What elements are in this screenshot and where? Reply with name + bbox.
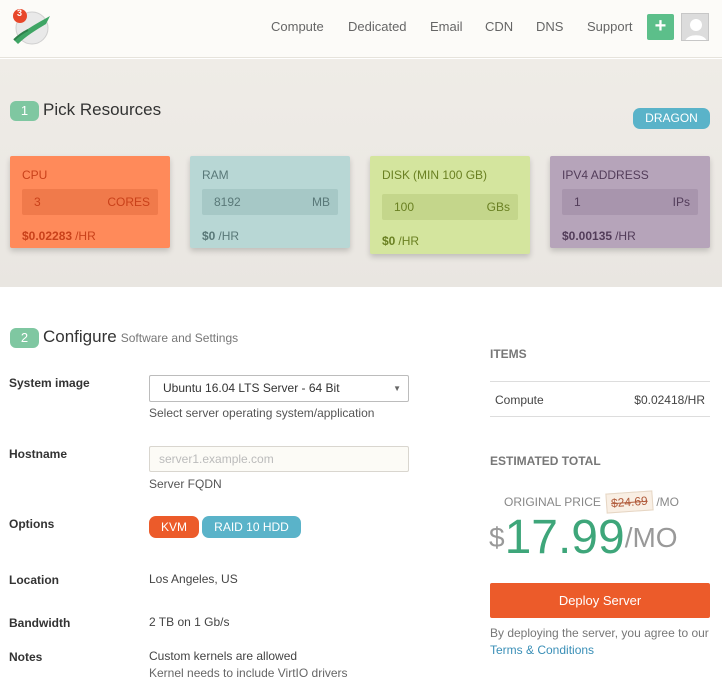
bandwidth-label: Bandwidth [9,616,71,630]
resource-value: 1 [574,195,581,209]
item-price: $0.02418/HR [634,393,705,407]
resource-card-ipv4-address: IPV4 ADDRESS 1 IPs $0.00135/HR [550,156,710,248]
resource-label: RAM [202,168,229,182]
resource-input[interactable]: 1 IPs [562,189,698,215]
top-navbar: 3 Compute Dedicated Email CDN DNS Suppor… [0,0,722,58]
resource-label-text: IPV4 ADDRESS [562,168,649,182]
nav-cdn[interactable]: CDN [485,19,513,34]
resource-value: 100 [394,200,415,214]
resource-value: 3 [34,195,41,209]
system-image-select[interactable]: Ubuntu 16.04 LTS Server - 64 Bit ▼ [149,375,409,402]
user-icon [682,14,708,40]
resource-unit: MB [312,195,330,209]
resource-label-text: DISK [382,168,411,182]
resource-label-text: RAM [202,168,229,182]
divider [490,381,710,382]
configure-title: Configure [43,327,117,346]
resource-input[interactable]: 3 CORES [22,189,158,215]
section-title: Pick Resources [43,100,162,119]
notes-line: Kernel needs to include VirtIO drivers [149,666,348,680]
price-per: /MO [624,522,678,553]
resource-card-cpu: CPU 3 CORES $0.02283/HR [10,156,170,248]
resource-price-per: /HR [398,234,420,248]
resource-unit: GBs [486,200,510,214]
resource-price: $0/HR [382,234,419,248]
kvm-tag[interactable]: KVM [149,516,199,538]
options-label: Options [9,517,55,531]
resource-price: $0/HR [202,229,239,243]
raid-tag[interactable]: RAID 10 HDD [202,516,301,538]
logo-badge: 3 [17,8,23,18]
resource-label-suffix: (MIN 100 GB) [413,168,488,182]
original-price-per: /MO [656,495,679,509]
item-name: Compute [495,393,544,407]
resource-label: CPU [22,168,47,182]
chevron-down-icon: ▼ [393,384,401,393]
nav-support[interactable]: Support [587,19,633,34]
avatar[interactable] [681,13,709,41]
resource-label-text: CPU [22,168,48,182]
system-image-label: System image [9,376,90,390]
divider [490,416,710,417]
hostname-helper: Server FQDN [149,477,222,491]
price-value: 17.99 [504,511,625,564]
estimated-title: ESTIMATED TOTAL [490,454,601,468]
resource-price-per: /HR [218,229,240,243]
resource-input[interactable]: 100 GBs [382,194,518,220]
resource-price-per: /HR [615,229,636,243]
nav-compute[interactable]: Compute [271,19,324,34]
resource-label: DISK (MIN 100 GB) [382,168,487,182]
resource-input[interactable]: 8192 MB [202,189,338,215]
resource-card-ram: RAM 8192 MB $0/HR [190,156,350,248]
section-title: Configure Software and Settings [43,327,238,347]
step-badge: 2 [10,328,39,348]
system-image-value: Ubuntu 16.04 LTS Server - 64 Bit [163,381,340,395]
add-button[interactable]: + [647,14,674,40]
resource-price-value: $0.02283 [22,229,73,243]
notes-line: Custom kernels are allowed [149,649,298,663]
resource-price-per: /HR [75,229,96,243]
resource-price: $0.02283/HR [22,229,96,243]
resource-price: $0.00135/HR [562,229,636,243]
price-display: $17.99/MO [489,510,678,565]
agree-text-block: By deploying the server, you agree to ou… [490,625,715,659]
logo[interactable]: 3 [10,6,54,46]
bandwidth-value: 2 TB on 1 Gb/s [149,615,230,629]
resource-unit: IPs [672,195,690,209]
location-value: Los Angeles, US [149,572,238,586]
terms-link[interactable]: Terms & Conditions [490,643,594,657]
resource-unit: CORES [107,195,150,209]
system-image-helper: Select server operating system/applicati… [149,406,375,420]
resource-price-value: $0 [202,229,216,243]
price-currency: $ [489,522,505,553]
resource-label: IPV4 ADDRESS [562,168,649,182]
configure-subtitle: Software and Settings [120,331,239,345]
plan-tag[interactable]: DRAGON [633,108,710,129]
hostname-label: Hostname [9,447,68,461]
nav-email[interactable]: Email [430,19,463,34]
agree-text: By deploying the server, you agree to ou… [490,626,709,640]
resource-price-value: $0 [382,234,396,248]
original-price-label: ORIGINAL PRICE [504,495,601,509]
nav-dedicated[interactable]: Dedicated [348,19,407,34]
nav-dns[interactable]: DNS [536,19,563,34]
resource-price-value: $0.00135 [562,229,613,243]
notes-label: Notes [9,650,43,664]
resource-value: 8192 [214,195,241,209]
resource-card-disk: DISK (MIN 100 GB) 100 GBs $0/HR [370,156,530,254]
deploy-server-button[interactable]: Deploy Server [490,583,710,618]
step-badge: 1 [10,101,39,121]
location-label: Location [9,573,59,587]
original-price-row: ORIGINAL PRICE $24.69 /MO [504,490,679,514]
items-title: ITEMS [490,347,527,361]
hostname-input[interactable]: server1.example.com [149,446,409,472]
